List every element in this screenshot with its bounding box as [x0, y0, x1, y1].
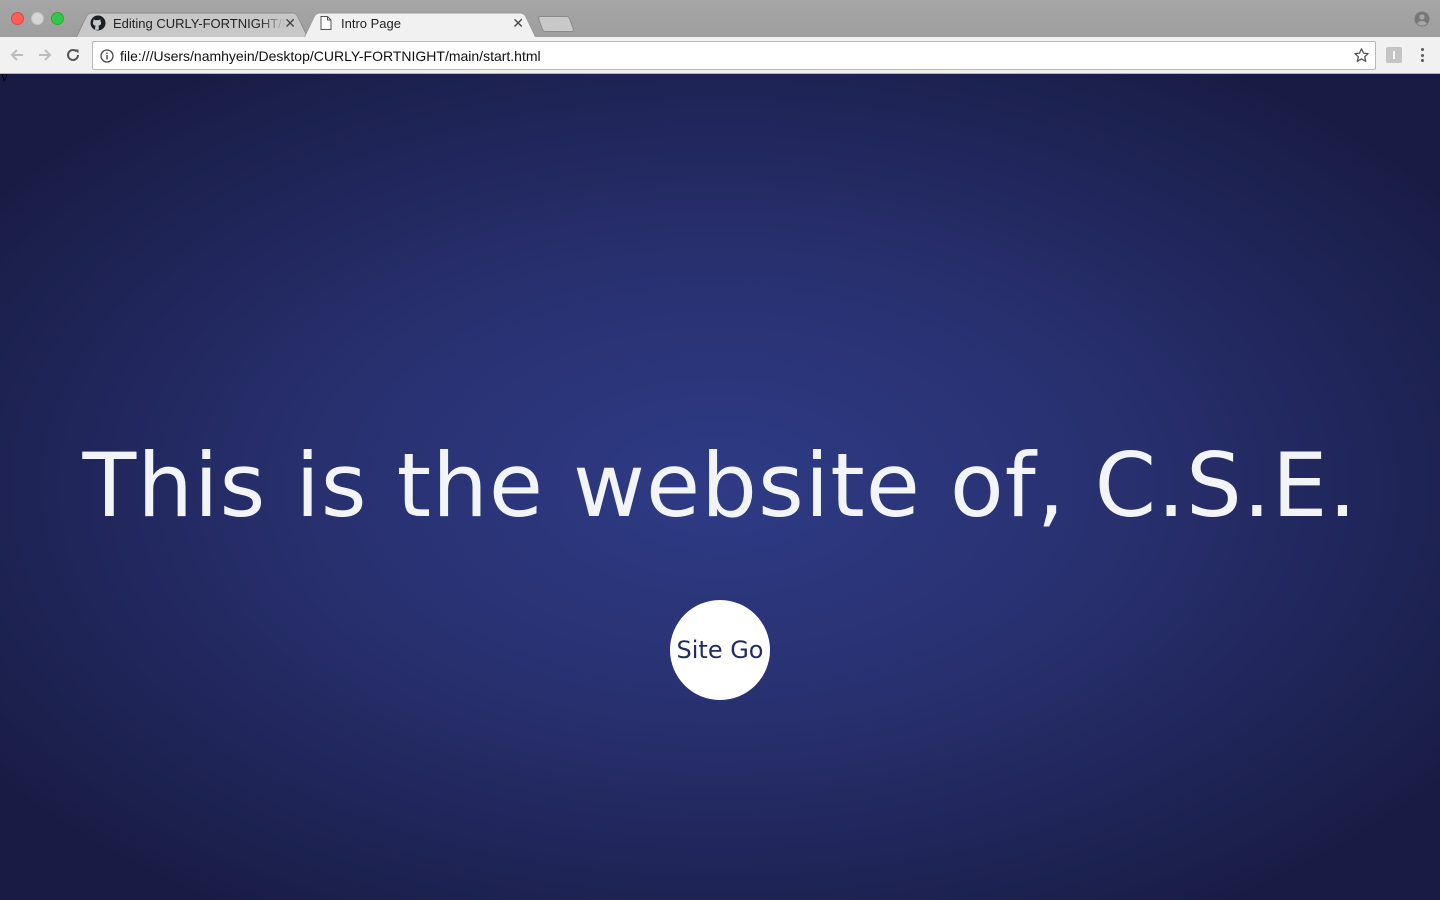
info-icon[interactable] — [99, 48, 114, 63]
browser-tab-intro-page[interactable]: Intro Page ✕ — [304, 9, 536, 37]
stray-text: v — [1, 74, 8, 84]
tab-title: Editing CURLY-FORTNIGHT/README.md — [113, 15, 285, 31]
tab-title: Intro Page — [341, 15, 401, 31]
browser-toolbar: file:///Users/namhyein/Desktop/CURLY-FOR… — [0, 37, 1440, 74]
github-icon — [90, 15, 106, 31]
forward-arrow-icon[interactable] — [35, 45, 55, 65]
tab-close-icon[interactable]: ✕ — [512, 15, 524, 31]
address-bar-url[interactable]: file:///Users/namhyein/Desktop/CURLY-FOR… — [120, 48, 541, 64]
window-close-button[interactable] — [11, 12, 24, 25]
document-icon — [318, 15, 334, 31]
page-viewport: v This is the website of, C.S.E. Site Go — [0, 74, 1440, 900]
profile-icon[interactable] — [1414, 11, 1430, 27]
reload-icon[interactable] — [63, 45, 83, 65]
browser-tab-github[interactable]: Editing CURLY-FORTNIGHT/README.md ✕ — [76, 9, 308, 37]
site-go-button[interactable]: Site Go — [670, 600, 770, 700]
tab-close-icon[interactable]: ✕ — [284, 15, 296, 31]
address-bar[interactable]: file:///Users/namhyein/Desktop/CURLY-FOR… — [92, 41, 1376, 70]
back-arrow-icon[interactable] — [7, 45, 27, 65]
window-minimize-button[interactable] — [31, 12, 44, 25]
bookmark-star-icon[interactable] — [1353, 47, 1370, 64]
browser-titlebar: Editing CURLY-FORTNIGHT/README.md ✕ Intr… — [0, 0, 1440, 37]
page-headline: This is the website of, C.S.E. — [82, 434, 1358, 537]
new-tab-button[interactable] — [537, 16, 575, 32]
browser-menu-icon[interactable] — [1414, 46, 1430, 64]
extension-icon[interactable] — [1386, 47, 1402, 63]
window-maximize-button[interactable] — [51, 12, 64, 25]
